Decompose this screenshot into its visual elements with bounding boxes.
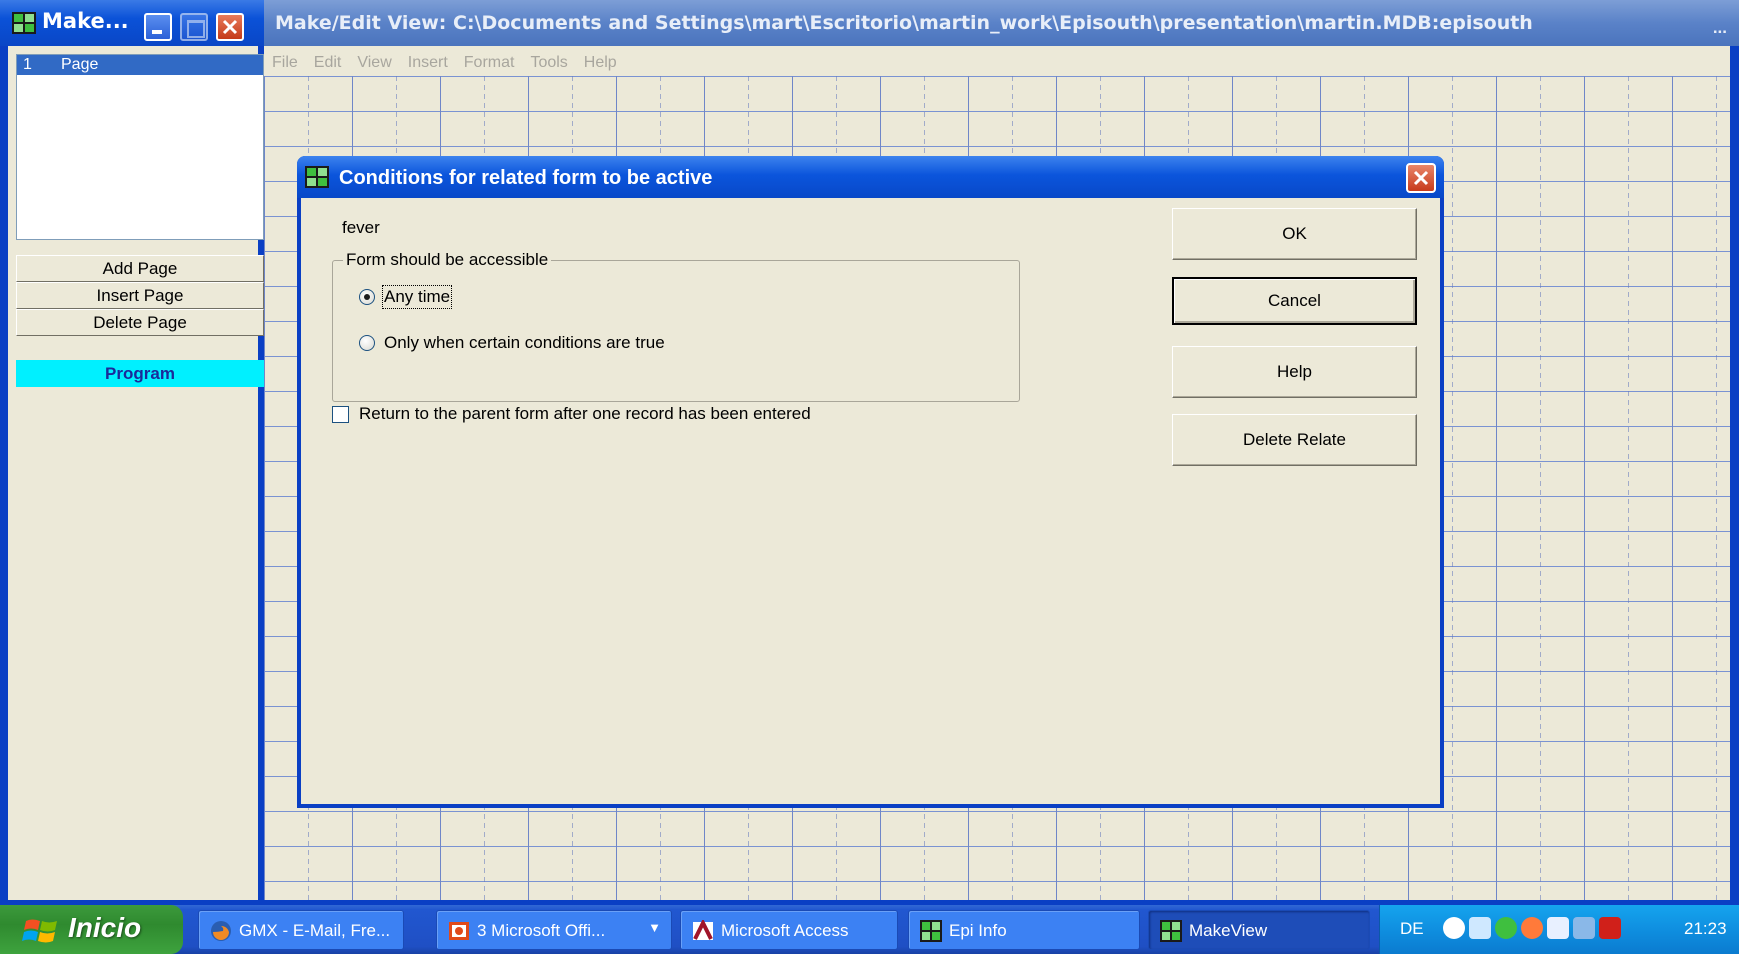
menu-edit[interactable]: Edit (306, 52, 350, 76)
task-label: MakeView (1189, 921, 1268, 940)
page-list-item[interactable]: 1 Page (17, 55, 263, 75)
epiinfo-app-icon (12, 12, 36, 34)
network-icon[interactable] (1547, 917, 1569, 939)
task-epiinfo[interactable]: Epi Info (908, 910, 1140, 950)
security-shield-icon[interactable] (1495, 917, 1517, 939)
maximize-button[interactable] (180, 13, 208, 41)
dialog-body: fever Form should be accessible Any time… (301, 198, 1440, 804)
main-window-titlebar[interactable]: Make/Edit View: C:\Documents and Setting… (264, 0, 1739, 46)
field-name-label: fever (342, 218, 380, 237)
taskbar: Inicio GMX - E-Mail, Fre... 3 Microsoft … (0, 905, 1739, 954)
minimize-button[interactable] (144, 13, 172, 41)
ok-button[interactable]: OK (1172, 208, 1417, 260)
menu-tools[interactable]: Tools (522, 52, 575, 76)
epiinfo-icon (920, 920, 942, 942)
delete-relate-button[interactable]: Delete Relate (1172, 414, 1417, 466)
tray-icons (1443, 917, 1621, 939)
menu-format[interactable]: Format (456, 52, 523, 76)
menu-help[interactable]: Help (576, 52, 625, 76)
return-to-parent-checkbox[interactable] (332, 405, 349, 423)
start-label: Inicio (68, 912, 142, 943)
menu-view[interactable]: View (349, 52, 399, 76)
menu-insert[interactable]: Insert (400, 52, 456, 76)
radio-any-time-label: Any time (381, 285, 453, 309)
volume-icon[interactable] (1469, 917, 1491, 939)
dialog-title: Conditions for related form to be active (339, 167, 713, 189)
radio-only-conditions[interactable]: Only when certain conditions are true (359, 331, 665, 355)
radio-button-checked[interactable] (359, 289, 375, 305)
page-list[interactable]: 1 Page (16, 54, 264, 240)
clock: 21:23 (1684, 919, 1727, 938)
groupbox-label: Form should be accessible (343, 250, 552, 270)
side-window-title: Make... (42, 9, 129, 33)
main-window-title: Make/Edit View: C:\Documents and Setting… (275, 12, 1533, 34)
side-window-titlebar[interactable]: Make... (0, 0, 264, 46)
tray-arrow-icon[interactable] (1443, 917, 1465, 939)
antivirus-icon[interactable] (1599, 917, 1621, 939)
windows-flag-icon (22, 919, 57, 943)
return-to-parent-label: Return to the parent form after one reco… (359, 404, 811, 423)
task-gmx[interactable]: GMX - E-Mail, Fre... (198, 910, 404, 950)
task-makeview[interactable]: MakeView (1148, 910, 1370, 950)
dialog-close-button[interactable] (1406, 163, 1436, 193)
task-label: Microsoft Access (721, 921, 849, 940)
return-to-parent-option[interactable]: Return to the parent form after one reco… (332, 404, 811, 424)
task-label: Epi Info (949, 921, 1007, 940)
radio-only-conditions-label: Only when certain conditions are true (384, 333, 665, 352)
radio-button-unchecked[interactable] (359, 335, 375, 351)
close-icon (1413, 170, 1429, 186)
makeview-icon (1160, 920, 1182, 942)
office-icon (449, 922, 469, 940)
firefox-icon (211, 921, 231, 941)
program-button[interactable]: Program (16, 360, 264, 387)
delete-page-button[interactable]: Delete Page (16, 309, 264, 336)
page-number: 1 (23, 56, 32, 73)
close-icon (222, 19, 238, 35)
connection-icon[interactable] (1573, 917, 1595, 939)
page-label: Page (61, 56, 99, 73)
epiinfo-dialog-icon (305, 166, 329, 188)
language-indicator[interactable]: DE (1400, 919, 1424, 939)
task-label: 3 Microsoft Offi... (477, 921, 606, 940)
cancel-button[interactable]: Cancel (1172, 277, 1417, 325)
help-button[interactable]: Help (1172, 346, 1417, 398)
access-icon (693, 920, 713, 940)
task-access[interactable]: Microsoft Access (680, 910, 898, 950)
makeview-side-window: Make... 1 Page Add Page Insert Page Dele… (0, 0, 264, 905)
radio-any-time[interactable]: Any time (359, 285, 453, 309)
start-button[interactable]: Inicio (0, 905, 183, 954)
task-office[interactable]: 3 Microsoft Offi... ▼ (436, 910, 672, 950)
close-button[interactable] (216, 13, 244, 41)
title-overflow-dots: ... (1712, 18, 1727, 37)
menu-file[interactable]: File (264, 52, 306, 76)
sync-icon[interactable] (1521, 917, 1543, 939)
task-label: GMX - E-Mail, Fre... (239, 921, 391, 940)
group-dropdown-arrow-icon[interactable]: ▼ (648, 920, 661, 935)
menu-bar: File Edit View Insert Format Tools Help (264, 52, 625, 76)
accessibility-groupbox: Form should be accessible Any time Only … (332, 250, 1020, 402)
side-window-body: 1 Page Add Page Insert Page Delete Page … (8, 46, 264, 900)
add-page-button[interactable]: Add Page (16, 255, 264, 282)
insert-page-button[interactable]: Insert Page (16, 282, 264, 309)
conditions-dialog: Conditions for related form to be active… (297, 156, 1444, 808)
dialog-titlebar[interactable]: Conditions for related form to be active (297, 156, 1444, 198)
